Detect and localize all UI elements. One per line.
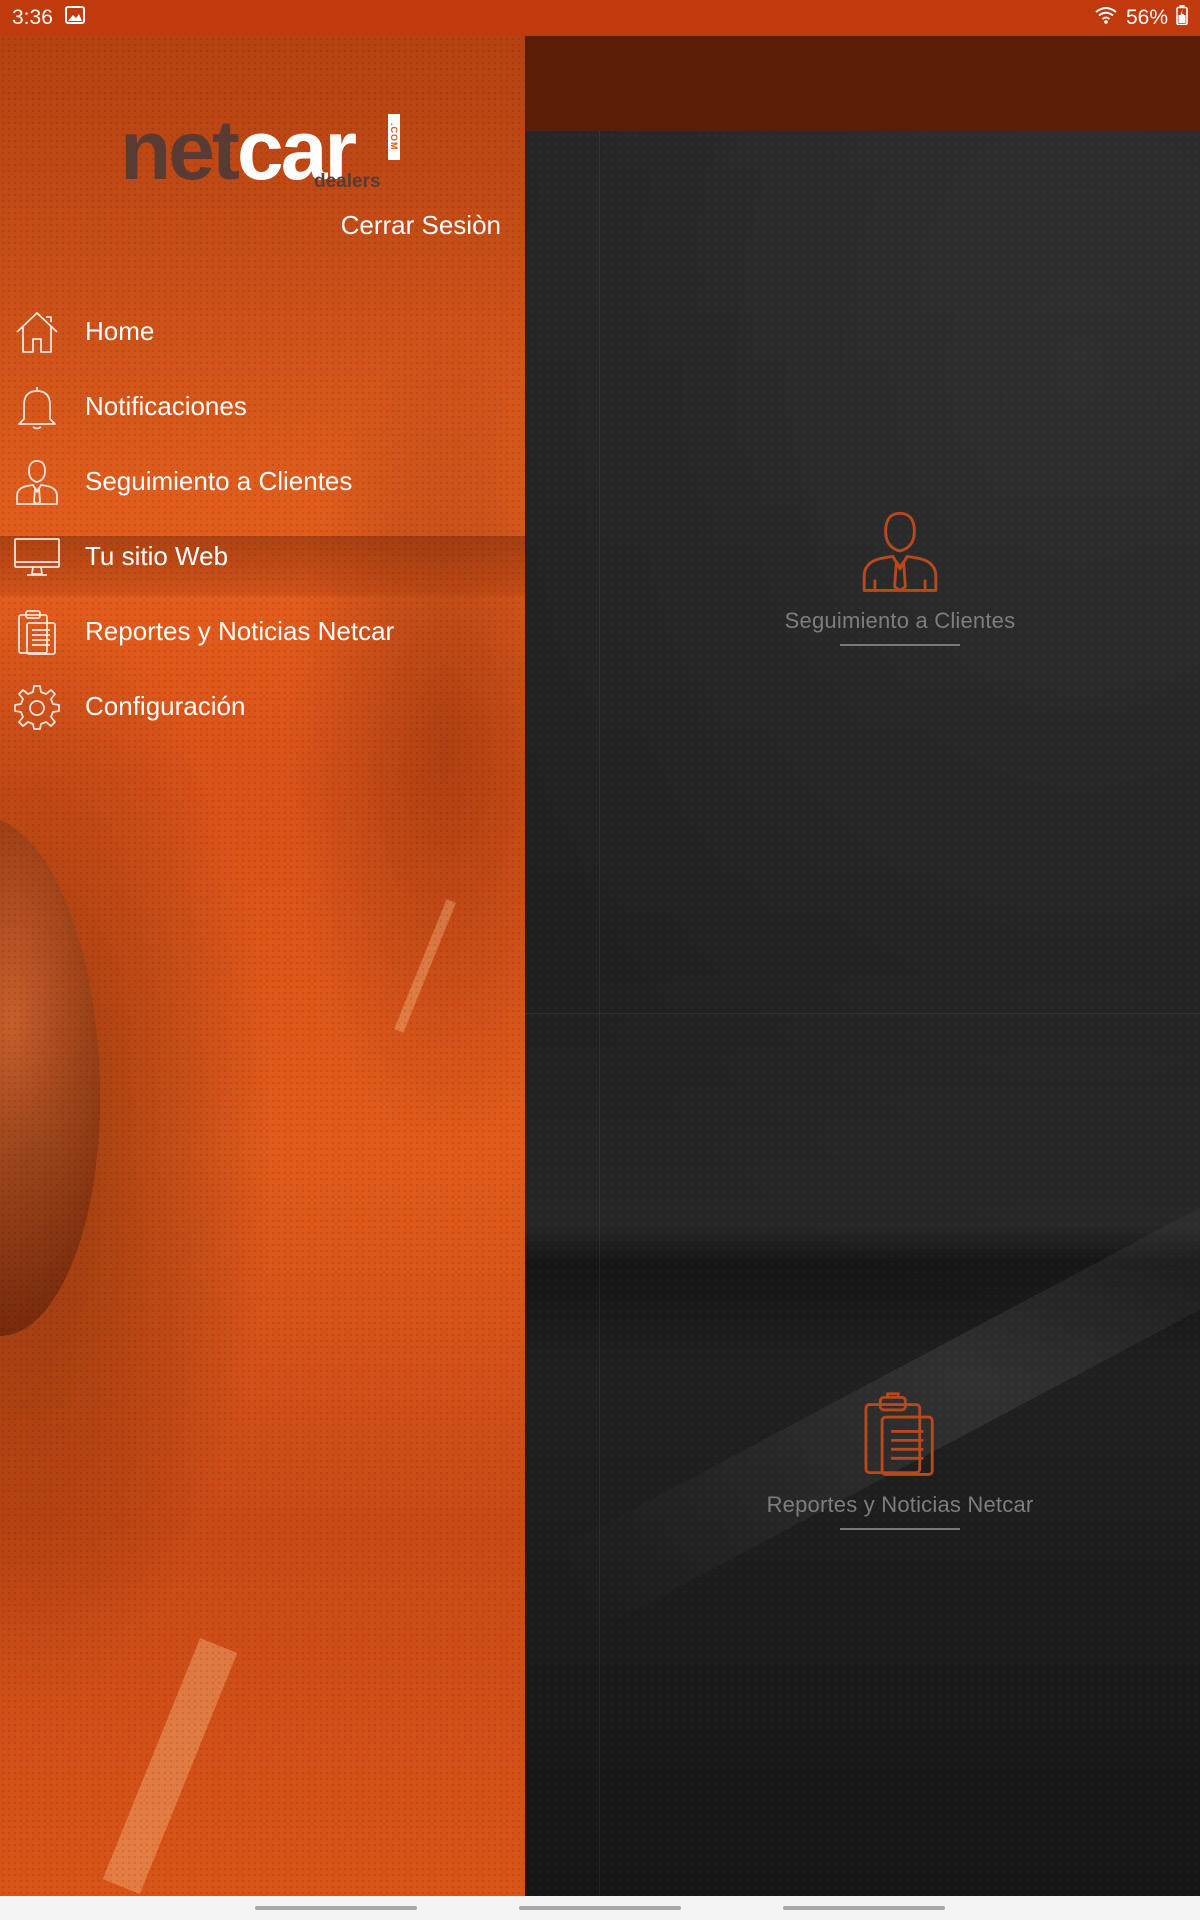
wifi-icon (1094, 5, 1118, 31)
user-icon (13, 458, 61, 506)
tile-label: Reportes y Noticias Netcar (766, 1492, 1034, 1517)
clipboard-icon (857, 1392, 943, 1478)
status-left: 3:36 (12, 6, 85, 30)
background-lane-marking (102, 1637, 238, 1895)
bell-icon (13, 383, 61, 431)
user-icon (857, 508, 943, 594)
clipboard-icon (13, 608, 61, 656)
grid-divider-horizontal (525, 1013, 1200, 1014)
recents-nav-button[interactable] (255, 1906, 417, 1910)
battery-icon (1176, 5, 1188, 31)
menu-item-label: Configuración (85, 691, 246, 721)
status-bar: 3:36 56% (0, 0, 1200, 36)
status-time: 3:36 (12, 6, 53, 29)
logo-net: net (120, 103, 240, 197)
tile-label: Seguimiento a Clientes (784, 608, 1016, 633)
drawer-menu: Home Notificaciones Seguimiento a Client… (0, 294, 525, 744)
system-nav-bar (0, 1896, 1200, 1920)
logout-button[interactable]: Cerrar Sesiòn (341, 210, 501, 241)
monitor-icon (13, 533, 61, 581)
back-nav-button[interactable] (783, 1906, 945, 1910)
menu-item-notificaciones[interactable]: Notificaciones (0, 369, 525, 444)
menu-item-home[interactable]: Home (0, 294, 525, 369)
menu-item-tu-sitio-web[interactable]: Tu sitio Web (0, 519, 525, 594)
image-icon (64, 6, 85, 30)
tile-underline (840, 644, 960, 646)
status-right: 56% (1094, 5, 1188, 31)
home-nav-button[interactable] (519, 1906, 681, 1910)
menu-item-label: Seguimiento a Clientes (85, 466, 353, 496)
menu-item-seguimiento-clientes[interactable]: Seguimiento a Clientes (0, 444, 525, 519)
background-road-streak (551, 1130, 1200, 1632)
menu-item-label: Reportes y Noticias Netcar (85, 616, 395, 646)
menu-item-label: Home (85, 316, 155, 346)
menu-item-label: Tu sitio Web (85, 541, 229, 571)
navigation-drawer: netcar .COM dealers Cerrar Sesiòn Home N… (0, 36, 525, 1896)
home-icon (13, 308, 61, 356)
menu-item-configuracion[interactable]: Configuración (0, 669, 525, 744)
tile-underline (840, 1528, 960, 1530)
logo-dealers: dealers (314, 171, 381, 192)
background-lane-marking (394, 899, 456, 1033)
menu-item-reportes-noticias[interactable]: Reportes y Noticias Netcar (0, 594, 525, 669)
background-car (0, 816, 100, 1336)
menu-item-label: Notificaciones (85, 391, 247, 421)
tile-reportes-noticias[interactable]: Reportes y Noticias Netcar (700, 1392, 1100, 1530)
gear-icon (13, 683, 61, 731)
battery-level: 56% (1125, 6, 1168, 29)
logo-com: .COM (388, 114, 400, 160)
tile-seguimiento-clientes[interactable]: Seguimiento a Clientes (700, 508, 1100, 646)
